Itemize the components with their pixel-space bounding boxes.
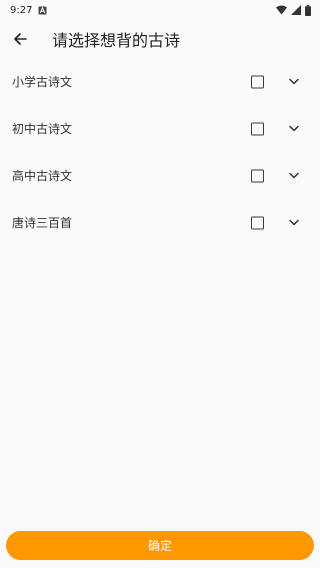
list-item-label: 小学古诗文 xyxy=(12,75,73,89)
arrow-back-icon xyxy=(13,32,27,46)
list-item-label: 高中古诗文 xyxy=(12,169,73,183)
cell-signal-icon xyxy=(291,5,301,15)
list-item-primary-school[interactable]: 小学古诗文 xyxy=(0,58,320,105)
checkbox[interactable] xyxy=(251,216,264,229)
screen: 9:27 请选择想背的古诗 小学古诗文 初中古诗文 高中古诗文 唐诗三百首 确定 xyxy=(0,0,320,568)
app-bar: 请选择想背的古诗 xyxy=(0,20,320,58)
status-time: 9:27 xyxy=(10,4,33,16)
status-bar: 9:27 xyxy=(0,0,320,20)
list-item-tang-poems[interactable]: 唐诗三百首 xyxy=(0,199,320,246)
back-button[interactable] xyxy=(10,29,30,49)
poem-collection-list: 小学古诗文 初中古诗文 高中古诗文 唐诗三百首 xyxy=(0,58,320,246)
checkbox[interactable] xyxy=(251,169,264,182)
page-title: 请选择想背的古诗 xyxy=(52,31,181,50)
list-item-middle-school[interactable]: 初中古诗文 xyxy=(0,105,320,152)
checkbox[interactable] xyxy=(251,122,264,135)
status-right xyxy=(276,4,311,16)
list-item-label: 唐诗三百首 xyxy=(12,216,73,230)
battery-icon xyxy=(305,4,311,16)
checkbox[interactable] xyxy=(251,75,264,88)
wifi-icon xyxy=(276,5,287,15)
chevron-down-icon[interactable] xyxy=(287,216,301,230)
chevron-down-icon[interactable] xyxy=(287,75,301,89)
list-item-high-school[interactable]: 高中古诗文 xyxy=(0,152,320,199)
chevron-down-icon[interactable] xyxy=(287,169,301,183)
confirm-button[interactable]: 确定 xyxy=(6,531,314,560)
status-left: 9:27 xyxy=(10,5,47,16)
notification-a-icon xyxy=(38,6,47,15)
list-item-label: 初中古诗文 xyxy=(12,122,73,136)
chevron-down-icon[interactable] xyxy=(287,122,301,136)
